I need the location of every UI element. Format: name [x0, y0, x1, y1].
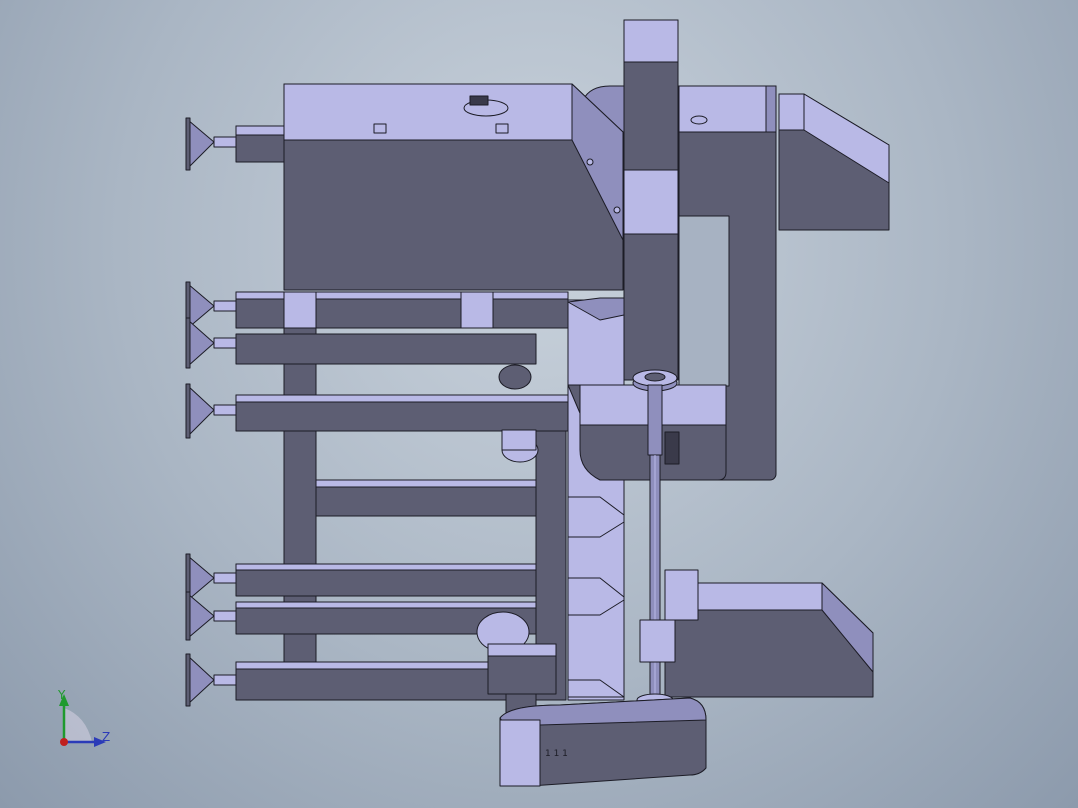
- base-cylinder[interactable]: 1 1 1: [499, 697, 707, 787]
- z-axis-label: Z: [102, 730, 111, 744]
- leveling-foot: [185, 553, 237, 603]
- central-frame[interactable]: [235, 291, 625, 701]
- 3d-model-view[interactable]: 1 1 1: [0, 0, 1078, 808]
- leveling-foot: [185, 317, 237, 369]
- cad-viewport[interactable]: 1 1 1 Y Z: [0, 0, 1078, 808]
- leveling-foot: [185, 653, 237, 707]
- leveling-foot: [185, 281, 237, 331]
- leveling-feet[interactable]: [185, 117, 237, 707]
- bottom-right-hopper[interactable]: [664, 569, 874, 698]
- upper-main-block[interactable]: [235, 83, 624, 291]
- leveling-foot: [185, 117, 237, 171]
- leveling-foot: [185, 383, 237, 439]
- y-axis-label: Y: [58, 688, 66, 702]
- top-right-hopper[interactable]: [778, 93, 890, 231]
- leveling-foot: [185, 591, 237, 641]
- cylinder-marking: 1 1 1: [545, 749, 568, 759]
- vertical-column[interactable]: [623, 19, 679, 381]
